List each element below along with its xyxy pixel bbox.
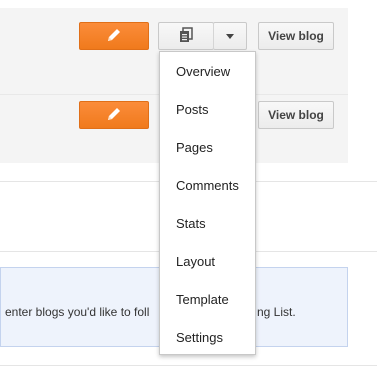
- notice-text-start: enter blogs you'd like to foll: [5, 305, 150, 319]
- menu-item-posts[interactable]: Posts: [160, 90, 255, 128]
- view-blog-label: View blog: [268, 108, 324, 122]
- notice-text-end: ng List.: [257, 305, 296, 319]
- menu-item-template[interactable]: Template: [160, 280, 255, 318]
- menu-item-layout[interactable]: Layout: [160, 242, 255, 280]
- menu-item-pages[interactable]: Pages: [160, 128, 255, 166]
- posts-list-button[interactable]: [158, 22, 214, 50]
- posts-document-icon: [177, 26, 195, 47]
- pencil-icon: [105, 26, 123, 47]
- view-blog-button[interactable]: View blog: [258, 22, 334, 50]
- pencil-icon: [105, 105, 123, 126]
- posts-dropdown-toggle[interactable]: [213, 22, 247, 50]
- menu-item-comments[interactable]: Comments: [160, 166, 255, 204]
- menu-item-stats[interactable]: Stats: [160, 204, 255, 242]
- edit-post-button[interactable]: [79, 101, 149, 129]
- menu-item-overview[interactable]: Overview: [160, 52, 255, 90]
- view-blog-button[interactable]: View blog: [258, 101, 334, 129]
- menu-item-settings[interactable]: Settings: [160, 318, 255, 356]
- edit-post-button[interactable]: [79, 22, 149, 50]
- caret-down-icon: [225, 29, 235, 44]
- view-blog-label: View blog: [268, 29, 324, 43]
- section-divider: [0, 365, 377, 366]
- blog-actions-menu: Overview Posts Pages Comments Stats Layo…: [159, 51, 256, 355]
